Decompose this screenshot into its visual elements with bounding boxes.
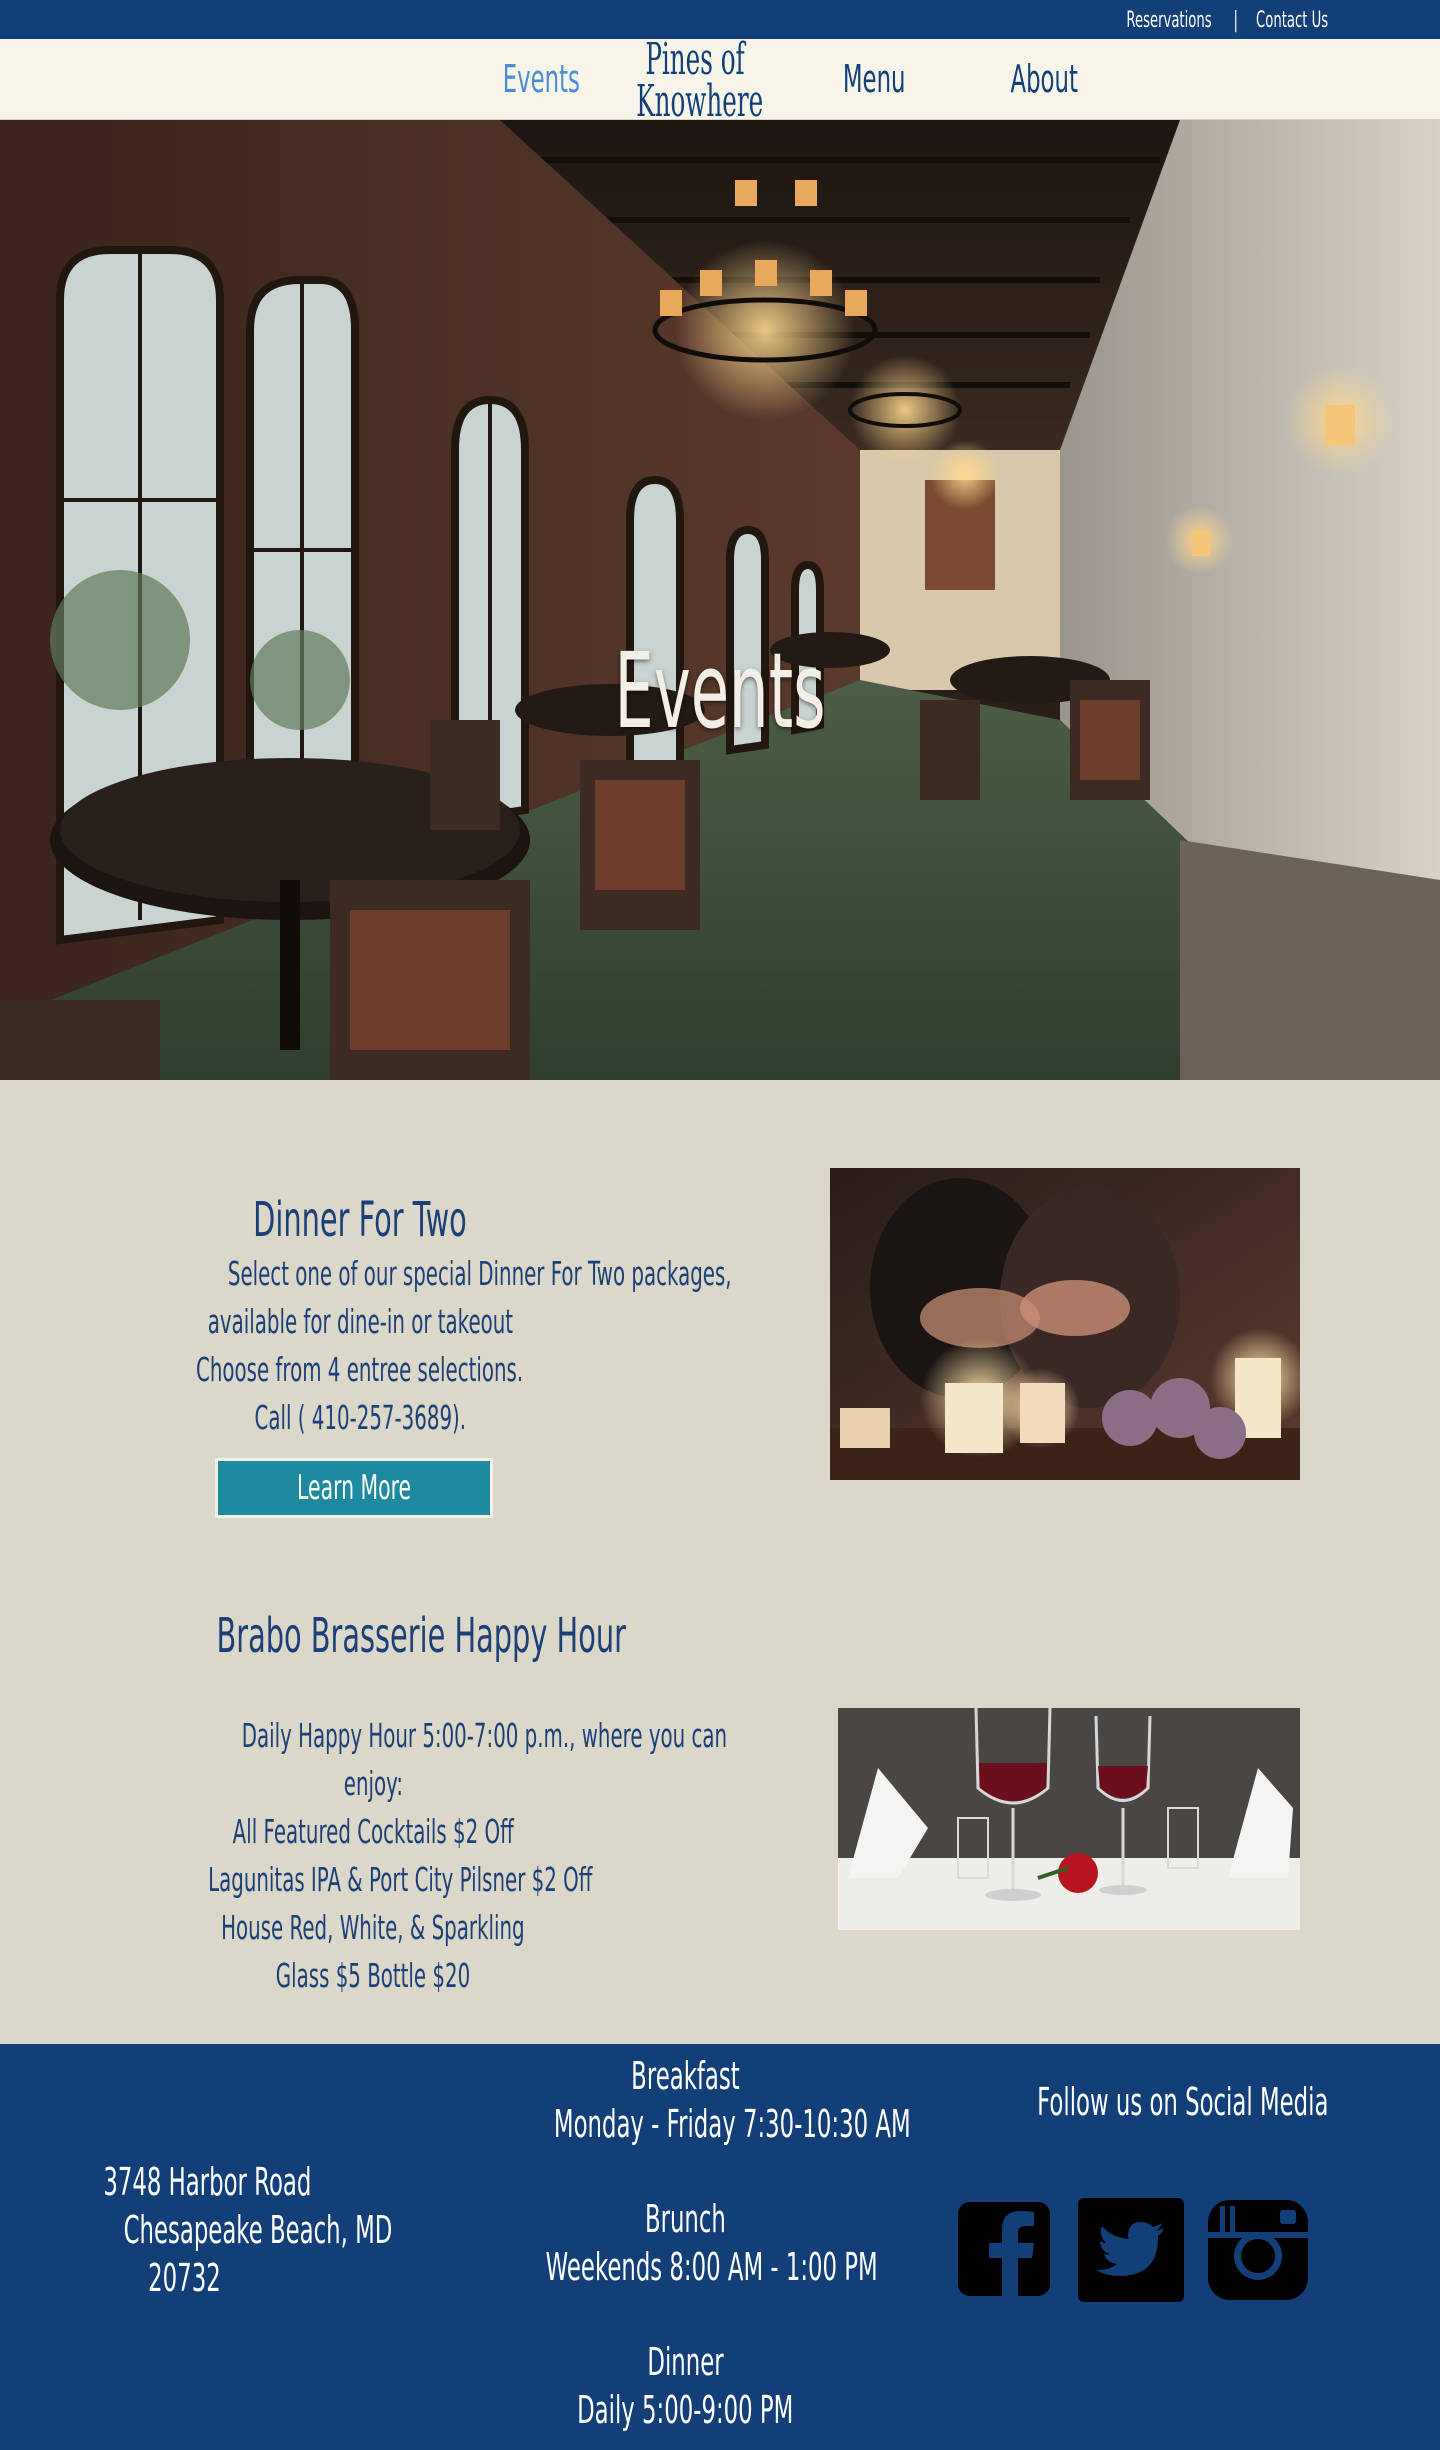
footer-address: 3748 Harbor Road Chesapeake Beach, MD 20… (34, 2158, 393, 2302)
dinner-label: Dinner (646, 2340, 724, 2384)
happy-hour-line: All Featured Cocktails $2 Off (232, 1812, 514, 1851)
social-title: Follow us on Social Media (1037, 2080, 1329, 2124)
dinner-line: Select one of our special Dinner For Two… (227, 1254, 732, 1293)
utility-links: Reservations | Contact Us (1098, 4, 1352, 36)
hero-banner: Events (0, 120, 1440, 1080)
dinner-line: available for dine-in or takeout (207, 1302, 513, 1341)
breakfast-label: Breakfast (630, 2054, 740, 2098)
brunch-time: Weekends 8:00 AM - 1:00 PM (545, 2245, 878, 2289)
footer-hours: Breakfast Monday - Friday 7:30-10:30 AM … (435, 2052, 935, 2434)
instagram-icon[interactable] (1206, 2198, 1308, 2300)
address-line: Chesapeake Beach, MD (123, 2208, 393, 2252)
address-line: 20732 (147, 2256, 221, 2300)
dinner-line: Call ( 410-257-3689). (254, 1398, 466, 1437)
dinner-for-two-photo (830, 1168, 1300, 1480)
address-line: 3748 Harbor Road (103, 2160, 312, 2204)
dinner-for-two-section: Dinner For Two Select one of our special… (60, 1190, 732, 1518)
happy-hour-title: Brabo Brasserie Happy Hour (216, 1608, 626, 1664)
happy-hour-line: Daily Happy Hour 5:00-7:00 p.m., where y… (241, 1716, 728, 1755)
social-icons (956, 2198, 1336, 2308)
reservations-link[interactable]: Reservations (1127, 8, 1212, 33)
footer-social: Follow us on Social Media (940, 2078, 1329, 2302)
happy-hour-line: Lagunitas IPA & Port City Pilsner $2 Off (208, 1860, 593, 1899)
twitter-icon[interactable] (1078, 2198, 1184, 2302)
brunch-label: Brunch (644, 2197, 726, 2241)
main-navigation: Events Pines of Knowhere Menu About (0, 34, 1440, 127)
happy-hour-line: Glass $5 Bottle $20 (275, 1956, 471, 1995)
happy-hour-photo (838, 1708, 1300, 1930)
brand-line-1: Pines of (645, 34, 745, 85)
dinner-time: Daily 5:00-9:00 PM (576, 2388, 794, 2432)
hero-title: Events (614, 630, 826, 752)
happy-hour-line: enjoy: (343, 1764, 403, 1803)
nav-item-about[interactable]: About (944, 51, 1144, 107)
brand-logo-text[interactable]: Pines of Knowhere (590, 34, 800, 127)
breakfast-time: Monday - Friday 7:30-10:30 AM (553, 2102, 911, 2146)
dinner-for-two-title: Dinner For Two (253, 1192, 467, 1248)
brand-line-2: Knowhere (636, 76, 764, 127)
contact-us-link[interactable]: Contact Us (1256, 8, 1328, 33)
dinner-line: Choose from 4 entree selections. (196, 1350, 524, 1389)
dining-hall-photo (0, 120, 1440, 1080)
happy-hour-section: Brabo Brasserie Happy Hour Daily Happy H… (80, 1604, 728, 2000)
learn-more-button[interactable]: Learn More (215, 1458, 493, 1518)
happy-hour-line: House Red, White, & Sparkling (221, 1908, 525, 1947)
site-footer: 3748 Harbor Road Chesapeake Beach, MD 20… (0, 2044, 1440, 2450)
utility-separator: | (1233, 7, 1239, 33)
facebook-icon[interactable] (956, 2198, 1052, 2300)
